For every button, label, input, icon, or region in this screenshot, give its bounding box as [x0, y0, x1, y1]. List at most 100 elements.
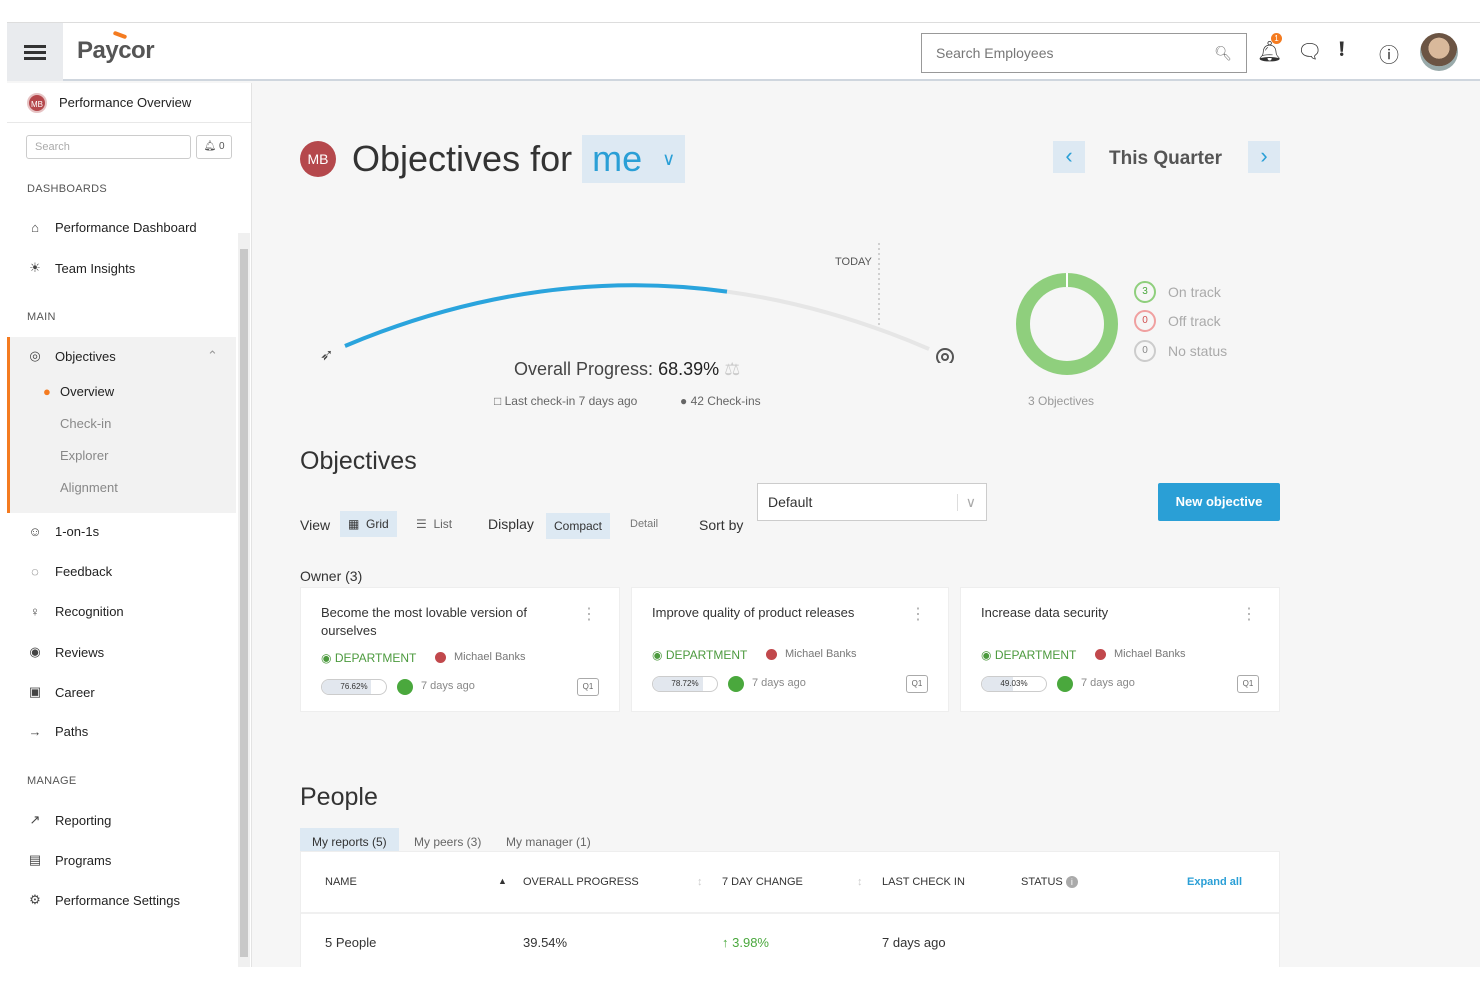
sidebar-item-reviews[interactable]: ◉Reviews	[27, 644, 104, 660]
arrow-up-icon: ↑	[722, 935, 729, 950]
search-employees-input[interactable]: Search Employees🔍︎	[921, 33, 1247, 73]
legend-no-status: 0No status	[1134, 340, 1227, 362]
sort-icon[interactable]: ↕	[697, 876, 703, 888]
col-status[interactable]: STATUS i	[1021, 876, 1078, 888]
help-icon[interactable]: ⓘ	[1379, 39, 1399, 68]
sidebar-item-recognition[interactable]: ♀Recognition	[27, 604, 124, 619]
sidebar-subitem-alignment[interactable]: Alignment	[60, 480, 118, 495]
feedback-icon[interactable]: ❗︎	[1339, 39, 1344, 62]
objective-owner: Michael Banks	[435, 651, 526, 663]
sidebar-scrollbar[interactable]	[238, 233, 250, 967]
sidebar-search-input[interactable]: Search	[26, 135, 191, 159]
calendar-icon: ▤	[27, 852, 43, 868]
archer-icon: ➶	[320, 347, 333, 363]
view-label: View	[300, 517, 330, 533]
prev-quarter-button[interactable]: ‹	[1053, 141, 1085, 173]
col-overall-progress[interactable]: OVERALL PROGRESS	[523, 876, 639, 888]
objective-title[interactable]: Increase data security	[981, 604, 1221, 622]
section-dashboards: DASHBOARDS	[27, 183, 107, 195]
objective-card[interactable]: Increase data security ⋮ ◉ DEPARTMENT Mi…	[960, 587, 1280, 712]
objective-title[interactable]: Improve quality of product releases	[652, 604, 892, 622]
more-options-icon[interactable]: ⋮	[910, 604, 926, 624]
donut-on-track	[1023, 280, 1111, 368]
last-update: 7 days ago	[752, 677, 806, 689]
arc-remaining	[345, 285, 929, 349]
info-icon[interactable]: i	[1066, 876, 1078, 888]
progress-arc: ➶	[252, 223, 972, 363]
status-dot	[728, 676, 744, 692]
sidebar-subitem-explorer[interactable]: Explorer	[60, 448, 108, 463]
display-label: Display	[488, 516, 534, 532]
col-name[interactable]: NAME	[325, 876, 357, 888]
display-detail-button[interactable]: Detail	[622, 511, 666, 537]
more-options-icon[interactable]: ⋮	[581, 604, 597, 624]
scale-icon: ⚖	[724, 359, 740, 379]
more-options-icon[interactable]: ⋮	[1241, 604, 1257, 624]
briefcase-icon: ▣	[27, 684, 43, 700]
menu-icon[interactable]	[7, 23, 63, 81]
lightbulb-icon: ☀	[27, 260, 43, 276]
arrow-right-icon: →	[27, 724, 43, 739]
eye-icon: ◉	[27, 644, 43, 660]
display-compact-button[interactable]: Compact	[546, 513, 610, 539]
paycor-logo[interactable]: Paycor	[77, 37, 154, 65]
sidebar-item-programs[interactable]: ▤Programs	[27, 852, 111, 868]
people-heading: People	[300, 783, 378, 812]
target-icon: ◎	[27, 348, 43, 364]
sidebar-item-performance-settings[interactable]: ⚙Performance Settings	[27, 892, 180, 908]
page-title: MB Objectives for me∨	[300, 135, 685, 183]
owner-group-label: Owner (3)	[300, 568, 362, 584]
user-avatar[interactable]	[1420, 33, 1458, 71]
calendar-icon: □	[494, 394, 501, 408]
people-table: NAME ▲ OVERALL PROGRESS ↕ 7 DAY CHANGE ↕…	[300, 851, 1280, 967]
row-last-check-in: 7 days ago	[882, 935, 946, 950]
last-update: 7 days ago	[421, 680, 475, 692]
search-icon: 🔍︎	[1214, 45, 1232, 62]
objective-card[interactable]: Become the most lovable version of ourse…	[300, 587, 620, 712]
performance-overview-link[interactable]: MBPerformance Overview	[7, 83, 251, 123]
expand-all-link[interactable]: Expand all	[1187, 876, 1242, 888]
ribbon-icon: ♀	[27, 604, 43, 619]
col-last-check-in[interactable]: LAST CHECK IN	[882, 876, 965, 888]
sort-select[interactable]: Default∨	[757, 483, 987, 521]
sidebar-item-team-insights[interactable]: ☀Team Insights	[27, 260, 135, 276]
view-list-button[interactable]: ☰ List	[408, 511, 460, 537]
status-dot	[1057, 676, 1073, 692]
quarter-badge: Q1	[1237, 675, 1259, 693]
sidebar-item-feedback[interactable]: ◌Feedback	[27, 564, 112, 579]
sort-icon[interactable]: ↕	[857, 876, 863, 888]
new-objective-button[interactable]: New objective	[1158, 483, 1280, 521]
sidebar-item-paths[interactable]: →Paths	[27, 724, 88, 739]
row-name[interactable]: 5 People	[325, 935, 376, 950]
col-7-day-change[interactable]: 7 DAY CHANGE	[722, 876, 803, 888]
sidebar-subitem-check-in[interactable]: Check-in	[60, 416, 111, 431]
sidebar: MBPerformance Overview Search 🔔︎ 0 DASHB…	[7, 83, 252, 967]
chevron-down-icon: ∨	[662, 149, 675, 170]
status-dot	[397, 679, 413, 695]
avatar: MB	[27, 93, 47, 113]
top-bar: Paycor Search Employees🔍︎ 🔔︎ 1 🗨︎ ❗︎ ⓘ	[7, 23, 1480, 81]
sidebar-item-1-on-1s[interactable]: ☺1-on-1s	[27, 524, 99, 539]
app-window: Paycor Search Employees🔍︎ 🔔︎ 1 🗨︎ ❗︎ ⓘ M…	[7, 22, 1480, 967]
sidebar-item-reporting[interactable]: ↗Reporting	[27, 812, 111, 828]
owner-dropdown[interactable]: me∨	[582, 135, 685, 183]
avatar	[766, 649, 777, 660]
overall-progress: Overall Progress: 68.39% ⚖	[514, 359, 740, 380]
objective-title[interactable]: Become the most lovable version of ourse…	[321, 604, 561, 640]
objective-type: ◉ DEPARTMENT	[652, 648, 747, 662]
today-label: TODAY	[835, 256, 872, 268]
view-grid-button[interactable]: ▦ Grid	[340, 511, 397, 537]
objectives-total: 3 Objectives	[1028, 394, 1094, 408]
objective-owner: Michael Banks	[1095, 648, 1186, 660]
sidebar-item-career[interactable]: ▣Career	[27, 684, 95, 700]
next-quarter-button[interactable]: ›	[1248, 141, 1280, 173]
home-icon: ⌂	[27, 220, 43, 235]
sort-asc-icon[interactable]: ▲	[498, 876, 507, 886]
chat-icon[interactable]: 🗨︎	[1297, 39, 1322, 64]
sidebar-bell-button[interactable]: 🔔︎ 0	[196, 135, 232, 159]
sidebar-item-performance-dashboard[interactable]: ⌂Performance Dashboard	[27, 220, 197, 235]
checkins-count: ● 42 Check-ins	[680, 394, 761, 408]
sidebar-item-objectives[interactable]: ◎Objectives⌃	[27, 348, 116, 364]
sidebar-subitem-overview[interactable]: ●Overview	[60, 384, 114, 399]
objective-card[interactable]: Improve quality of product releases ⋮ ◉ …	[631, 587, 949, 712]
